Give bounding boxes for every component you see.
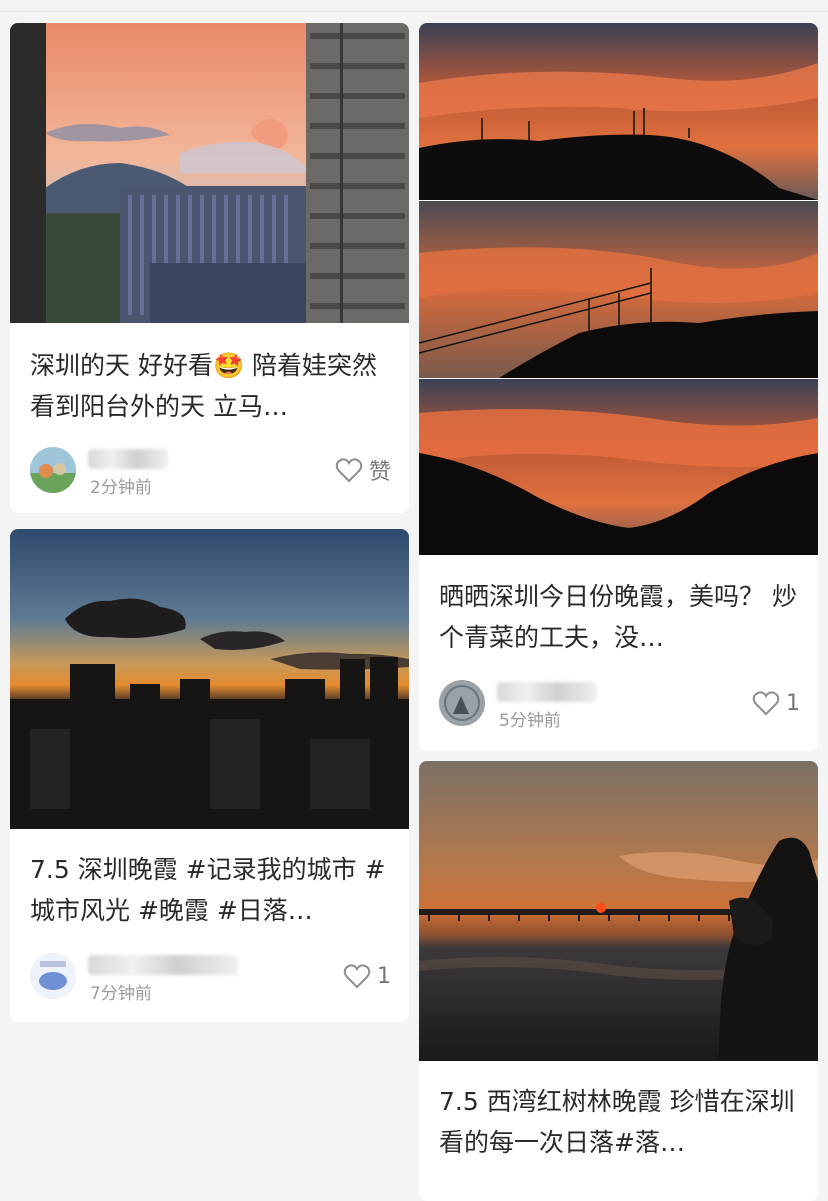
post-image-1[interactable]: [10, 23, 409, 323]
heart-outline-icon: [343, 964, 371, 989]
post-image-3[interactable]: [10, 529, 409, 829]
like-count: 1: [786, 690, 800, 716]
post-time: 7分钟前: [90, 984, 152, 1004]
avatar[interactable]: [30, 447, 76, 493]
heart-outline-icon: [752, 691, 780, 716]
avatar[interactable]: [439, 680, 485, 726]
username-blurred[interactable]: [497, 682, 597, 702]
post-title-4[interactable]: 7.5 西湾红树林晚霞 珍惜在深圳看的每一次日落#落…: [439, 1081, 800, 1163]
post-image-4[interactable]: [419, 761, 818, 1061]
post-title-2[interactable]: 晒晒深圳今日份晚霞，美吗？ 炒个青菜的工夫，没…: [439, 576, 800, 658]
post-image-2[interactable]: [419, 23, 818, 555]
post-card-3[interactable]: 7.5 深圳晚霞 #记录我的城市 #城市风光 #晚霞 #日落… 7分钟前 1: [10, 529, 409, 1022]
post-meta-2: 5分钟前 1: [439, 680, 800, 731]
like-count: 赞: [368, 460, 391, 485]
post-title-3[interactable]: 7.5 深圳晚霞 #记录我的城市 #城市风光 #晚霞 #日落…: [30, 849, 391, 931]
like-button[interactable]: 1: [752, 688, 800, 718]
post-card-1[interactable]: 深圳的天 好好看🤩 陪着娃突然看到阳台外的天 立马… 2分钟前 赞: [10, 23, 409, 513]
post-meta-3: 7分钟前 1: [30, 953, 391, 1004]
post-card-2[interactable]: 晒晒深圳今日份晚霞，美吗？ 炒个青菜的工夫，没… 5分钟前 1: [419, 23, 818, 751]
top-divider: [0, 11, 828, 12]
post-meta-1: 2分钟前 赞: [30, 447, 391, 498]
heart-outline-icon: [335, 458, 363, 483]
avatar[interactable]: [30, 953, 76, 999]
like-count: 1: [377, 963, 391, 989]
post-time: 2分钟前: [90, 478, 152, 498]
post-title-1[interactable]: 深圳的天 好好看🤩 陪着娃突然看到阳台外的天 立马…: [30, 345, 391, 427]
like-button[interactable]: 1: [343, 961, 391, 991]
post-card-4[interactable]: 7.5 西湾红树林晚霞 珍惜在深圳看的每一次日落#落…: [419, 761, 818, 1201]
post-time: 5分钟前: [499, 711, 561, 731]
username-blurred[interactable]: [88, 955, 238, 975]
username-blurred[interactable]: [88, 449, 168, 469]
like-button[interactable]: 赞: [335, 455, 391, 485]
